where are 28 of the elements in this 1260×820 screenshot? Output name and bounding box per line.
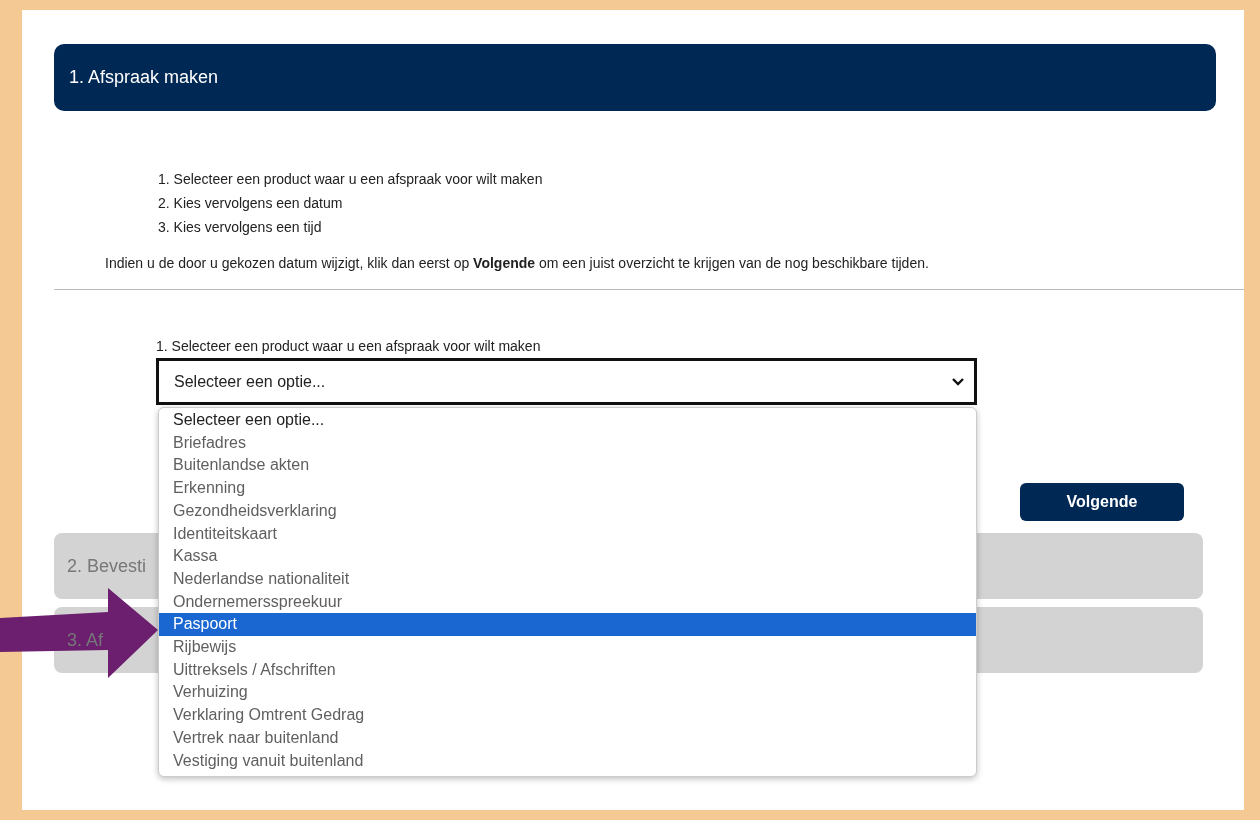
section-title: 3. Af bbox=[67, 629, 104, 651]
dropdown-option[interactable]: Identiteitskaart bbox=[159, 522, 976, 546]
dropdown-option[interactable]: Verklaring Omtrent Gedrag bbox=[159, 704, 976, 727]
instruction-note: Indien u de door u gekozen datum wijzigt, klik dan eerst op Volgende om een juist overzicht te krijgen van de nog beschikbare tijden. bbox=[105, 255, 930, 271]
dropdown-option[interactable]: Gezondheidsverklaring bbox=[159, 499, 976, 523]
dropdown-option[interactable]: Vertrek naar buitenland bbox=[159, 726, 976, 750]
arrow-icon bbox=[0, 588, 160, 680]
dropdown-option[interactable]: Buitenlandse akten bbox=[159, 454, 976, 478]
dropdown-option[interactable]: Uittreksels / Afschriften bbox=[159, 658, 976, 682]
dropdown-option[interactable]: Nederlandse nationaliteit bbox=[159, 567, 976, 591]
dropdown-option[interactable]: Vestiging vanuit buitenland bbox=[159, 749, 976, 773]
chevron-down-icon bbox=[952, 377, 964, 386]
dropdown-option[interactable]: Briefadres bbox=[159, 431, 976, 455]
dropdown-option[interactable]: Paspoort bbox=[159, 613, 976, 637]
dropdown-option[interactable]: Erkenning bbox=[159, 477, 976, 500]
field-label: 1. Selecteer een product waar u een afspraak voor wilt maken bbox=[156, 338, 542, 354]
dropdown-option[interactable]: Selecteer een optie... bbox=[159, 409, 976, 432]
dropdown-option[interactable]: Verhuizing bbox=[159, 681, 976, 705]
section-title: 2. Bevesti bbox=[67, 555, 147, 577]
dropdown-option[interactable]: Ondernemersspreekuur bbox=[159, 590, 976, 614]
next-button[interactable]: Volgende bbox=[1020, 483, 1184, 521]
instruction-step: 2. Kies vervolgens een datum bbox=[158, 191, 1216, 215]
section-title: 1. Afspraak maken bbox=[69, 67, 219, 88]
instruction-step: 1. Selecteer een product waar u een afspraak voor wilt maken bbox=[158, 167, 1216, 191]
dropdown-option[interactable]: Rijbewijs bbox=[159, 636, 976, 659]
instruction-step: 3. Kies vervolgens een tijd bbox=[158, 215, 1216, 239]
product-select[interactable]: Selecteer een optie... bbox=[156, 358, 977, 405]
dropdown-option[interactable]: Kassa bbox=[159, 545, 976, 568]
